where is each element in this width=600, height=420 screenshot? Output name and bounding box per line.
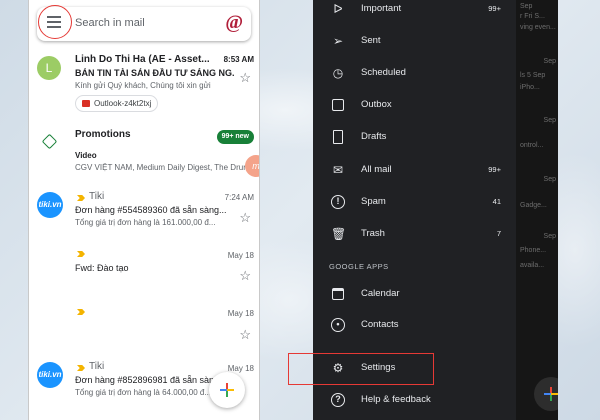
behind-text: r Fri S...	[520, 13, 545, 20]
star-icon[interactable]: ☆	[239, 70, 251, 86]
behind-text: Phone...	[520, 247, 547, 254]
menu-item-scheduled[interactable]: ◷ Scheduled	[313, 60, 516, 86]
menu-count: 41	[492, 197, 501, 206]
search-bar[interactable]: Search in mail @	[37, 5, 251, 41]
floating-bubble[interactable]: m	[245, 155, 259, 177]
important-icon[interactable]	[77, 195, 85, 201]
email-sender: Linh Do Thi Ha (AE - Asset...	[75, 54, 210, 65]
important-icon[interactable]	[77, 309, 85, 315]
menu-item-spam[interactable]: ! Spam 41	[313, 189, 516, 215]
inbox-screen: Search in mail @ L Linh Do Thi Ha (AE - …	[28, 0, 260, 420]
trash-icon: 🗑	[331, 227, 347, 241]
menu-label: Outbox	[361, 99, 392, 110]
contacts-icon: •	[331, 318, 345, 332]
behind-text: iPho...	[520, 84, 540, 91]
search-input[interactable]: Search in mail	[75, 17, 145, 29]
spam-icon: !	[331, 195, 345, 209]
menu-item-help[interactable]: ? Help & feedback	[313, 387, 516, 413]
menu-label: Trash	[361, 228, 385, 239]
compose-plus-icon	[544, 387, 558, 401]
attachment-chip[interactable]: Outlook-z4kt2txj	[75, 95, 159, 112]
menu-label: All mail	[361, 164, 392, 175]
outbox-icon	[331, 98, 345, 112]
attachment-name: Outlook-z4kt2txj	[94, 99, 152, 108]
promo-senders: CGV VIỆT NAM, Medium Daily Digest, The D…	[75, 163, 250, 172]
new-count-badge: 99+ new	[216, 130, 254, 144]
menu-label: Important	[361, 3, 402, 14]
email-sender: Tiki	[89, 191, 105, 202]
email-time: May 18	[227, 309, 254, 318]
behind-text: ving even...	[520, 24, 556, 31]
behind-text: Sep	[520, 3, 533, 10]
menu-label: Scheduled	[361, 67, 406, 78]
important-icon: ᐅ	[333, 2, 343, 16]
all-mail-icon: ✉	[332, 163, 344, 177]
calendar-icon	[331, 287, 345, 301]
menu-item-trash[interactable]: 🗑 Trash 7	[313, 221, 516, 247]
compose-button[interactable]	[209, 372, 245, 408]
category-title: Promotions	[75, 129, 131, 140]
email-snippet: Kính gửi Quý khách, Chúng tôi xin gửi	[75, 81, 211, 90]
email-row-tiki[interactable]: tiki.vn Tiki 7:24 AM Đơn hàng #554589360…	[29, 188, 259, 238]
email-subject: BẢN TIN TÀI SẢN ĐẦU TƯ SÁNG NG...	[75, 68, 235, 78]
help-icon: ?	[331, 393, 345, 407]
email-sender: Tiki	[89, 361, 105, 372]
email-row-fwd[interactable]: May 18 Fwd: Đào tạo ☆	[29, 245, 259, 295]
email-time: 7:24 AM	[224, 193, 254, 202]
menu-item-sent[interactable]: ➢ Sent	[313, 28, 516, 54]
sender-avatar[interactable]: tiki.vn	[37, 362, 63, 388]
email-snippet: Tổng giá trị đơn hàng là 161.000,00 đ...	[75, 218, 216, 227]
send-icon: ➢	[332, 34, 344, 48]
menu-label: Contacts	[361, 319, 399, 330]
sender-avatar[interactable]: tiki.vn	[37, 192, 63, 218]
menu-item-all-mail[interactable]: ✉ All mail 99+	[313, 157, 516, 183]
tag-icon	[41, 133, 58, 150]
email-snippet: Tổng giá trị đơn hàng là 64.000,00 đ...	[75, 388, 212, 397]
behind-text: Sep	[543, 233, 556, 240]
menu-item-important[interactable]: ᐅ Important 99+	[313, 0, 516, 22]
email-row-blank[interactable]: May 18 ☆	[29, 303, 259, 353]
image-icon	[82, 100, 90, 107]
email-subject: Đơn hàng #554589360 đã sẵn sàng...	[75, 205, 227, 215]
behind-text: Sep	[543, 117, 556, 124]
behind-text: availa...	[520, 262, 545, 269]
star-icon[interactable]: ☆	[239, 210, 251, 226]
email-time: 8:53 AM	[223, 55, 254, 64]
menu-item-outbox[interactable]: Outbox	[313, 92, 516, 118]
menu-highlight-circle	[38, 5, 72, 39]
menu-label: Drafts	[361, 131, 387, 142]
menu-label: Calendar	[361, 288, 400, 299]
sender-avatar[interactable]: L	[37, 56, 61, 80]
menu-count: 7	[496, 229, 501, 238]
behind-text: Gadge...	[520, 202, 547, 209]
star-icon[interactable]: ☆	[239, 327, 251, 343]
behind-text: ls 5 Sep	[520, 72, 546, 79]
settings-highlight-box	[288, 353, 434, 385]
important-icon[interactable]	[77, 365, 85, 371]
menu-count: 99+	[488, 4, 501, 13]
account-avatar[interactable]: @	[225, 12, 243, 34]
email-row-linh[interactable]: L Linh Do Thi Ha (AE - Asset... 8:53 AM …	[29, 50, 259, 118]
promotions-row[interactable]: Promotions 99+ new Video CGV VIỆT NAM, M…	[29, 125, 259, 180]
menu-label: Spam	[361, 196, 386, 207]
important-icon[interactable]	[77, 251, 85, 257]
menu-label: Help & feedback	[361, 394, 431, 405]
star-icon[interactable]: ☆	[239, 268, 251, 284]
behind-text: ontrol...	[520, 142, 544, 149]
behind-text: Sep	[543, 176, 556, 183]
promo-subject: Video	[75, 151, 97, 160]
email-subject: Đơn hàng #852896981 đã sẵn sàng...	[75, 375, 213, 385]
compose-plus-icon	[220, 383, 234, 397]
menu-item-drafts[interactable]: Drafts	[313, 124, 516, 150]
behind-text: Sep	[543, 58, 556, 65]
email-time: May 18	[227, 251, 254, 260]
schedule-icon: ◷	[332, 66, 344, 80]
menu-label: Sent	[361, 35, 381, 46]
menu-count: 99+	[488, 165, 501, 174]
draft-icon	[331, 130, 345, 144]
menu-item-contacts[interactable]: • Contacts	[313, 312, 516, 338]
email-subject: Fwd: Đào tạo	[75, 263, 129, 273]
section-google-apps: GOOGLE APPS	[329, 262, 389, 271]
menu-item-calendar[interactable]: Calendar	[313, 281, 516, 307]
